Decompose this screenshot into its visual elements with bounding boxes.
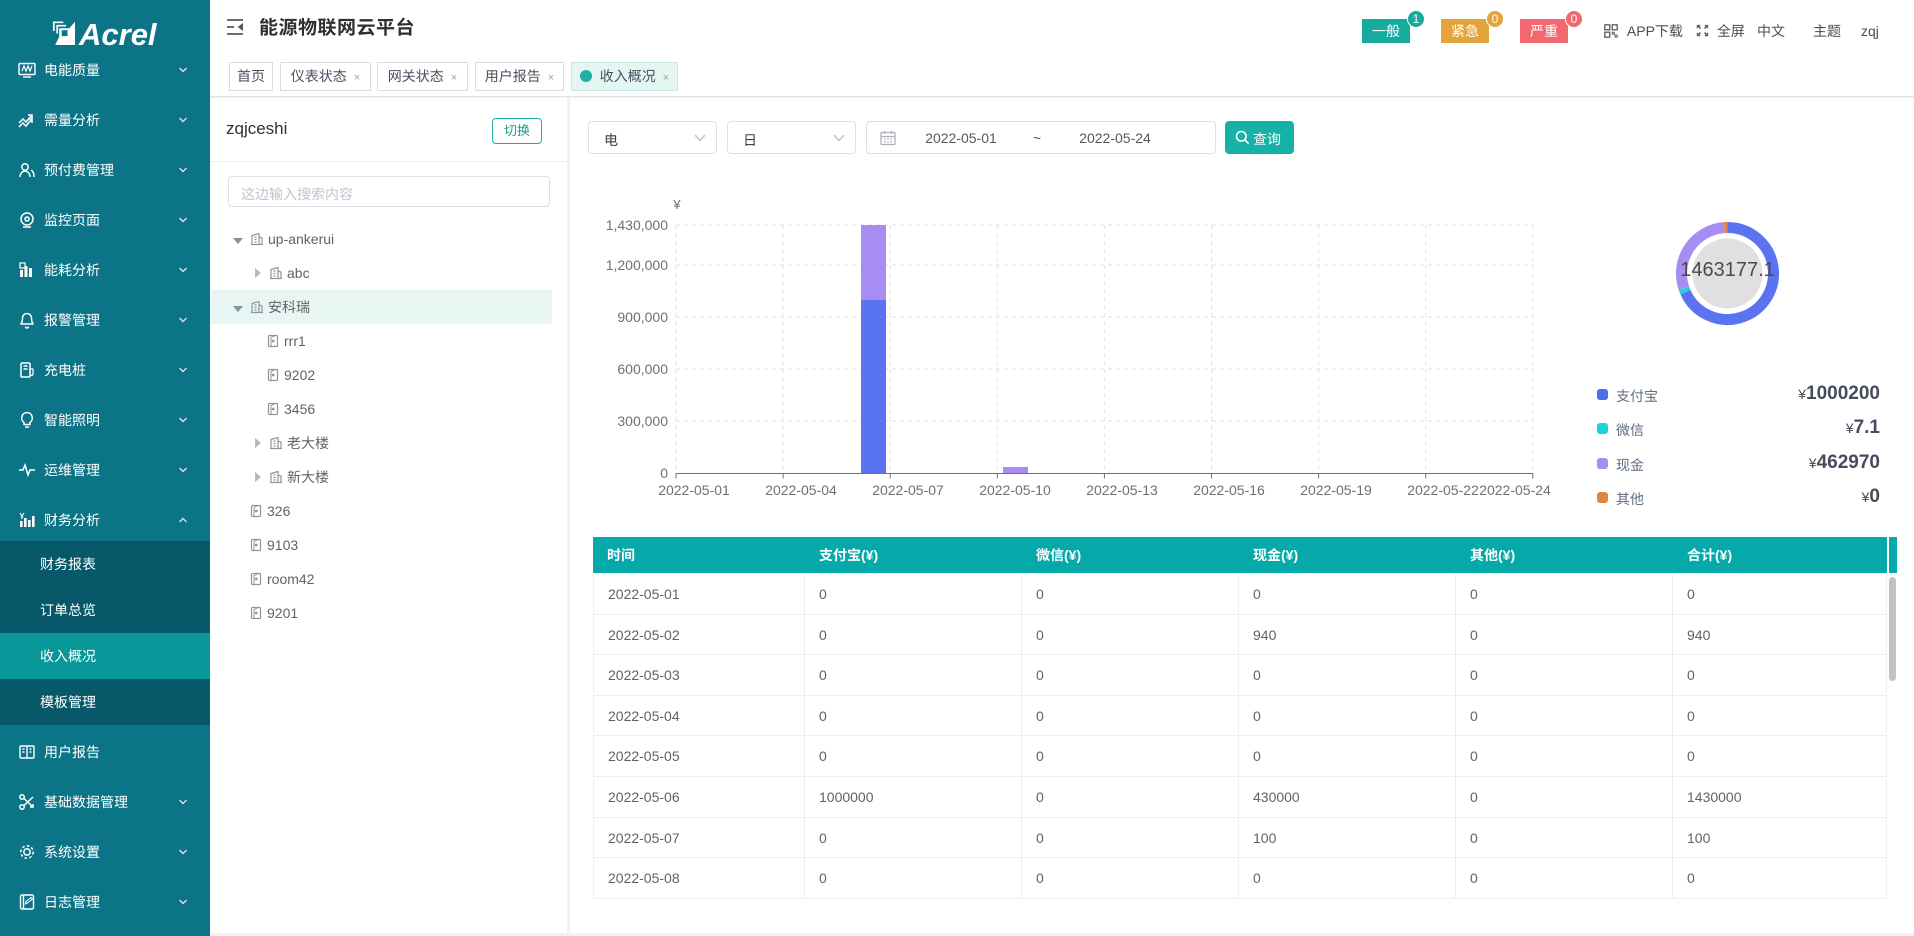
svg-text:¥: ¥	[672, 197, 681, 212]
svg-text:2022-05-01: 2022-05-01	[658, 482, 730, 498]
svg-text:2022-05-04: 2022-05-04	[765, 482, 837, 498]
svg-text:2022-05-10: 2022-05-10	[979, 482, 1051, 498]
svg-text:1463177.1: 1463177.1	[1680, 259, 1775, 281]
svg-text:600,000: 600,000	[617, 361, 668, 377]
svg-text:2022-05-13: 2022-05-13	[1086, 482, 1158, 498]
svg-text:1,430,000: 1,430,000	[606, 217, 668, 233]
svg-text:0: 0	[660, 465, 668, 481]
svg-text:1,200,000: 1,200,000	[606, 257, 668, 273]
svg-text:2022-05-07: 2022-05-07	[872, 482, 944, 498]
svg-text:2022-05-19: 2022-05-19	[1300, 482, 1372, 498]
svg-text:300,000: 300,000	[617, 413, 668, 429]
svg-text:2022-05-24: 2022-05-24	[1479, 482, 1551, 498]
svg-text:2022-05-16: 2022-05-16	[1193, 482, 1265, 498]
svg-text:2022-05-22: 2022-05-22	[1407, 482, 1479, 498]
svg-text:900,000: 900,000	[617, 309, 668, 325]
